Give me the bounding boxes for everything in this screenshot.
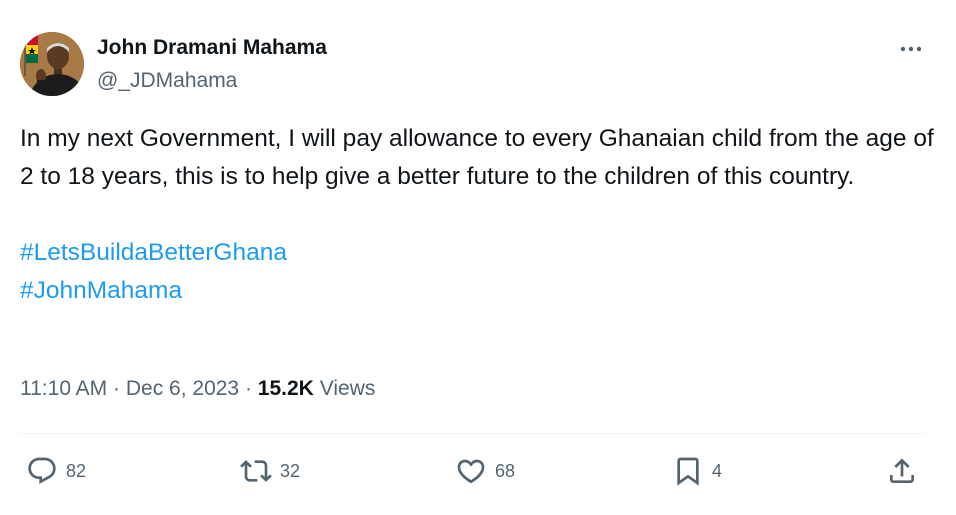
avatar-image	[20, 32, 84, 96]
more-horizontal-icon	[900, 46, 922, 52]
views-label: Views	[319, 377, 376, 400]
repost-button[interactable]: 32	[240, 455, 300, 487]
tweet-time[interactable]: 11:10 AM	[20, 377, 107, 400]
reply-button[interactable]: 82	[26, 455, 86, 487]
tweet-date[interactable]: Dec 6, 2023	[126, 377, 239, 400]
more-options-button[interactable]	[896, 34, 926, 64]
tweet-meta: 11:10 AM · Dec 6, 2023 · 15.2K Views	[20, 377, 375, 401]
repost-icon	[240, 460, 272, 482]
author-name[interactable]: John Dramani Mahama	[97, 36, 327, 60]
reply-count: 82	[66, 460, 87, 481]
author-handle[interactable]: @_JDMahama	[97, 69, 237, 93]
share-button[interactable]	[886, 455, 918, 487]
reply-icon	[28, 457, 56, 484]
meta-separator: ·	[244, 377, 252, 400]
tweet-card: John Dramani Mahama @_JDMahama In my nex…	[0, 0, 956, 515]
bookmark-icon	[677, 457, 699, 486]
like-count: 68	[495, 460, 516, 481]
like-button[interactable]: 68	[455, 455, 515, 487]
avatar[interactable]	[20, 32, 84, 96]
bookmark-count: 4	[712, 460, 723, 481]
hashtag-link[interactable]: #LetsBuildaBetterGhana	[20, 234, 287, 272]
hashtag-link[interactable]: #JohnMahama	[20, 272, 182, 310]
heart-icon	[457, 459, 485, 484]
meta-separator: ·	[113, 377, 121, 400]
bookmark-button[interactable]: 4	[672, 455, 722, 487]
divider	[20, 433, 926, 434]
tweet-text: In my next Government, I will pay allowa…	[20, 120, 940, 310]
share-icon	[890, 458, 914, 483]
views-count: 15.2K	[257, 377, 314, 400]
repost-count: 32	[280, 460, 301, 481]
tweet-body: In my next Government, I will pay allowa…	[20, 125, 934, 190]
